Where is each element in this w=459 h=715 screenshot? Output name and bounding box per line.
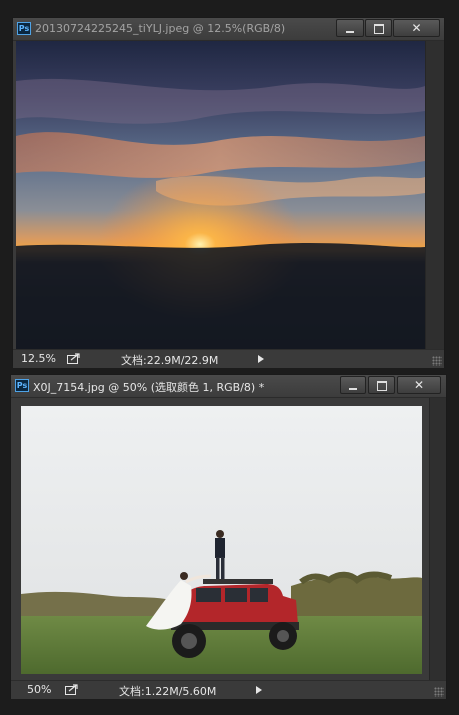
document-canvas-sunset[interactable] — [16, 41, 425, 349]
window-2-vertical-scrollbar[interactable] — [429, 398, 446, 680]
window-2-document-size: 文档:1.22M/5.60M — [119, 685, 217, 698]
minimize-icon — [349, 388, 357, 390]
resize-grip-icon[interactable] — [434, 687, 444, 697]
window-1-minimize-button[interactable] — [336, 19, 364, 37]
window-1-maximize-button[interactable] — [365, 19, 392, 37]
maximize-icon — [376, 381, 387, 391]
minimize-icon — [346, 31, 354, 33]
play-arrow-icon[interactable] — [256, 686, 262, 694]
close-icon: ✕ — [413, 378, 425, 392]
window-1-title: 20130724225245_tiYLJ.jpeg @ 12.5%(RGB/8) — [35, 22, 286, 35]
document-window-1[interactable]: Ps 20130724225245_tiYLJ.jpeg @ 12.5%(RGB… — [12, 17, 445, 368]
document-canvas-wedding[interactable] — [21, 406, 422, 674]
sunset-image — [16, 41, 425, 349]
maximize-icon — [373, 24, 384, 34]
window-2-maximize-button[interactable] — [368, 376, 395, 394]
play-arrow-icon[interactable] — [258, 355, 264, 363]
resize-grip-icon[interactable] — [432, 356, 442, 366]
close-icon: ✕ — [411, 21, 422, 35]
window-2-zoom-level[interactable]: 50% — [27, 683, 67, 696]
export-icon[interactable] — [65, 684, 79, 695]
window-2-titlebar[interactable]: Ps X0J_7154.jpg @ 50% (选取颜色 1, RGB/8) * … — [11, 375, 446, 398]
window-1-vertical-scrollbar[interactable] — [425, 41, 444, 349]
photoshop-icon: Ps — [15, 379, 29, 392]
window-1-document-size: 文档:22.9M/22.9M — [121, 354, 219, 367]
window-1-statusbar: 12.5% 文档:22.9M/22.9M — [13, 349, 444, 368]
window-2-minimize-button[interactable] — [340, 376, 366, 394]
window-1-titlebar[interactable]: Ps 20130724225245_tiYLJ.jpeg @ 12.5%(RGB… — [13, 18, 444, 41]
export-icon[interactable] — [67, 353, 81, 364]
wedding-car-image — [21, 406, 422, 674]
window-2-statusbar: 50% 文档:1.22M/5.60M — [11, 680, 446, 699]
window-2-close-button[interactable]: ✕ — [397, 376, 441, 394]
document-window-2[interactable]: Ps X0J_7154.jpg @ 50% (选取颜色 1, RGB/8) * … — [10, 374, 447, 699]
photoshop-icon: Ps — [17, 22, 31, 35]
window-1-zoom-level[interactable]: 12.5% — [21, 352, 61, 365]
window-1-close-button[interactable]: ✕ — [393, 19, 440, 37]
window-2-title: X0J_7154.jpg @ 50% (选取颜色 1, RGB/8) * — [33, 381, 265, 394]
